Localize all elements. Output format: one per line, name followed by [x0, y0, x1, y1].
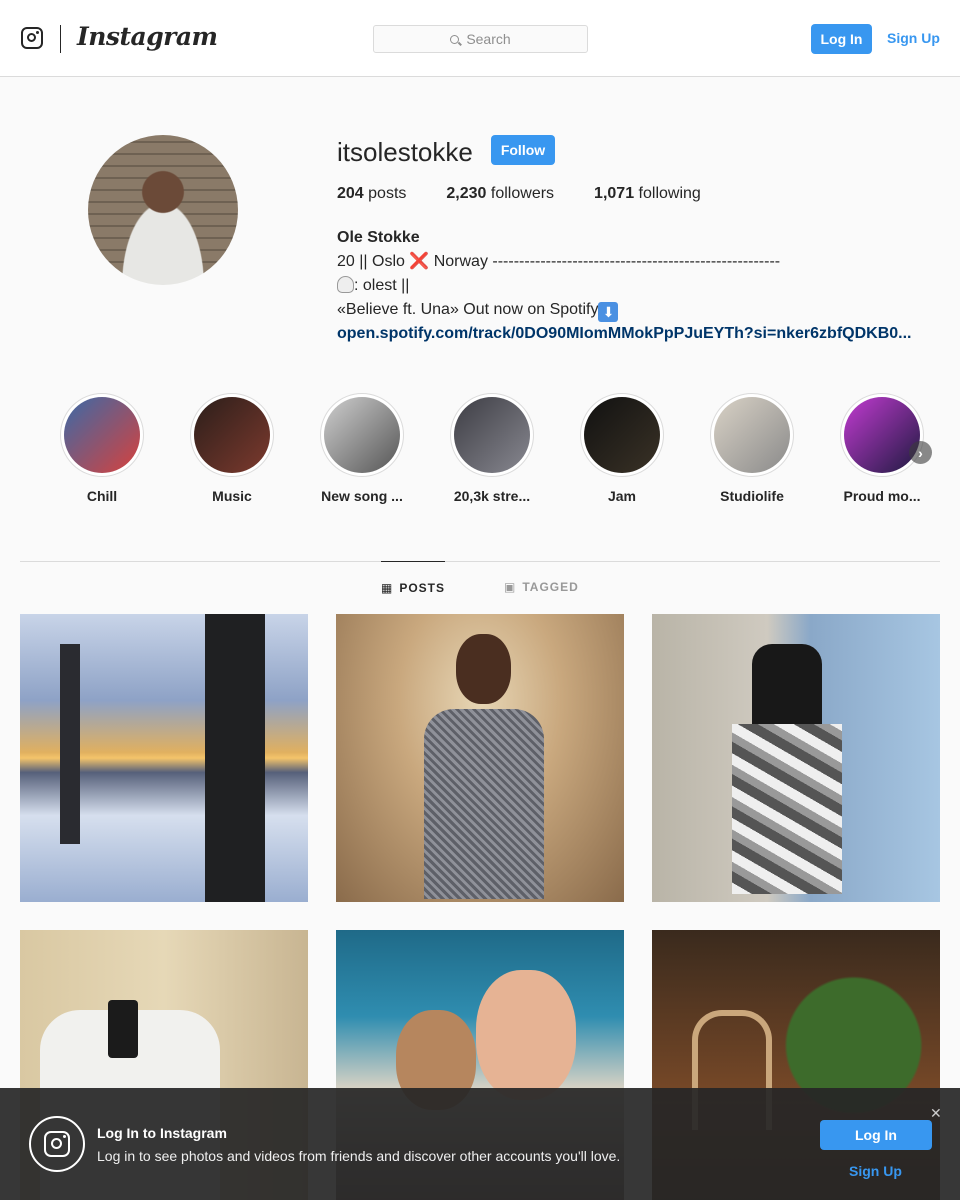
posts-count: 204 — [337, 185, 364, 202]
search-icon — [450, 34, 460, 44]
follow-button[interactable]: Follow — [491, 135, 555, 165]
followers-label: followers — [490, 185, 555, 202]
banner-text: Log in to see photos and videos from fri… — [97, 1148, 621, 1164]
highlight-label: Music — [212, 488, 252, 504]
search-input[interactable]: Search — [373, 25, 588, 53]
close-icon[interactable]: ✕ — [930, 1105, 942, 1122]
highlight-thumbnail — [324, 397, 400, 473]
highlight-thumbnail — [194, 397, 270, 473]
post-thumbnail[interactable] — [336, 614, 624, 902]
highlight-ring — [60, 393, 144, 477]
highlight-label: 20,3k stre... — [453, 488, 531, 504]
bio-line-3: «Believe ft. Una» Out now on Spotify ⬇ — [337, 298, 947, 322]
bio-line-1-text-end: Norway ---------------------------------… — [429, 253, 781, 270]
highlight-label: Jam — [607, 488, 637, 504]
login-button[interactable]: Log In — [811, 24, 872, 54]
highlight-item[interactable]: Studiolife — [690, 393, 814, 504]
profile-bio: Ole Stokke 20 || Oslo ❌ Norway ---------… — [337, 226, 947, 346]
tagged-icon: ▣ — [504, 580, 517, 594]
story-highlights: Chill Music New song ... 20,3k stre... J… — [40, 393, 940, 513]
bio-line-2: : olest || — [337, 274, 947, 298]
profile-avatar — [88, 135, 238, 285]
bio-line-1-text: 20 || Oslo — [337, 253, 410, 270]
tab-posts-label: POSTS — [399, 580, 446, 595]
banner-signup-link[interactable]: Sign Up — [849, 1163, 902, 1179]
following-label: following — [638, 185, 701, 202]
highlight-label: Proud mo... — [843, 488, 921, 504]
top-navbar: Instagram Search Log In Sign Up — [0, 0, 960, 77]
instagram-glyph-icon — [29, 1116, 85, 1172]
bio-line-3-text: «Believe ft. Una» Out now on Spotify — [337, 301, 599, 318]
posts-label: posts — [368, 185, 407, 202]
full-name: Ole Stokke — [337, 229, 420, 246]
highlight-thumbnail — [584, 397, 660, 473]
highlight-thumbnail — [844, 397, 920, 473]
followers-stat[interactable]: 2,230 followers — [446, 185, 554, 203]
followers-count: 2,230 — [446, 185, 487, 202]
highlight-item[interactable]: New song ... — [300, 393, 424, 504]
highlight-ring — [840, 393, 924, 477]
bio-line-2-text: : olest || — [354, 277, 410, 294]
signup-link[interactable]: Sign Up — [887, 30, 940, 46]
grid-icon: ▦ — [381, 580, 394, 595]
instagram-glyph-icon[interactable] — [21, 27, 43, 49]
highlight-item[interactable]: 20,3k stre... — [430, 393, 554, 504]
bio-line-1: 20 || Oslo ❌ Norway --------------------… — [337, 250, 947, 274]
highlight-ring — [320, 393, 404, 477]
highlight-item[interactable]: Jam — [560, 393, 684, 504]
post-thumbnail[interactable] — [652, 614, 940, 902]
login-prompt-banner: Log In to Instagram Log in to see photos… — [0, 1088, 960, 1200]
tabs-divider — [20, 561, 940, 562]
highlight-thumbnail — [454, 397, 530, 473]
tab-tagged[interactable]: ▣ TAGGED — [504, 561, 584, 613]
tab-posts[interactable]: ▦ POSTS — [381, 561, 445, 613]
search-placeholder: Search — [466, 31, 511, 47]
highlight-label: New song ... — [321, 488, 403, 504]
logo-divider — [60, 25, 61, 53]
highlight-ring — [450, 393, 534, 477]
banner-title: Log In to Instagram — [97, 1125, 227, 1141]
highlight-item[interactable]: Chill — [40, 393, 164, 504]
following-count: 1,071 — [594, 185, 635, 202]
down-arrow-icon: ⬇ — [598, 302, 619, 322]
highlight-label: Studiolife — [720, 488, 784, 504]
highlight-ring — [710, 393, 794, 477]
tab-tagged-label: TAGGED — [522, 580, 579, 594]
highlight-item[interactable]: Music — [170, 393, 294, 504]
highlight-thumbnail — [714, 397, 790, 473]
highlight-thumbnail — [64, 397, 140, 473]
instagram-wordmark-logo[interactable]: Instagram — [77, 22, 218, 51]
profile-username: itsolestokke — [337, 137, 473, 167]
following-stat[interactable]: 1,071 following — [594, 185, 701, 203]
cross-mark-icon: ❌ — [409, 253, 430, 270]
snapchat-ghost-icon — [337, 276, 354, 293]
highlight-ring — [580, 393, 664, 477]
highlight-label: Chill — [86, 488, 118, 504]
posts-stat: 204 posts — [337, 185, 406, 203]
highlight-ring — [190, 393, 274, 477]
post-thumbnail[interactable] — [20, 614, 308, 902]
chevron-right-icon[interactable]: › — [909, 441, 932, 464]
banner-login-button[interactable]: Log In — [820, 1120, 932, 1150]
bio-external-link[interactable]: open.spotify.com/track/0DO90MIomMMokPpPJ… — [337, 322, 940, 346]
profile-stats: 204 posts 2,230 followers 1,071 followin… — [337, 185, 741, 203]
